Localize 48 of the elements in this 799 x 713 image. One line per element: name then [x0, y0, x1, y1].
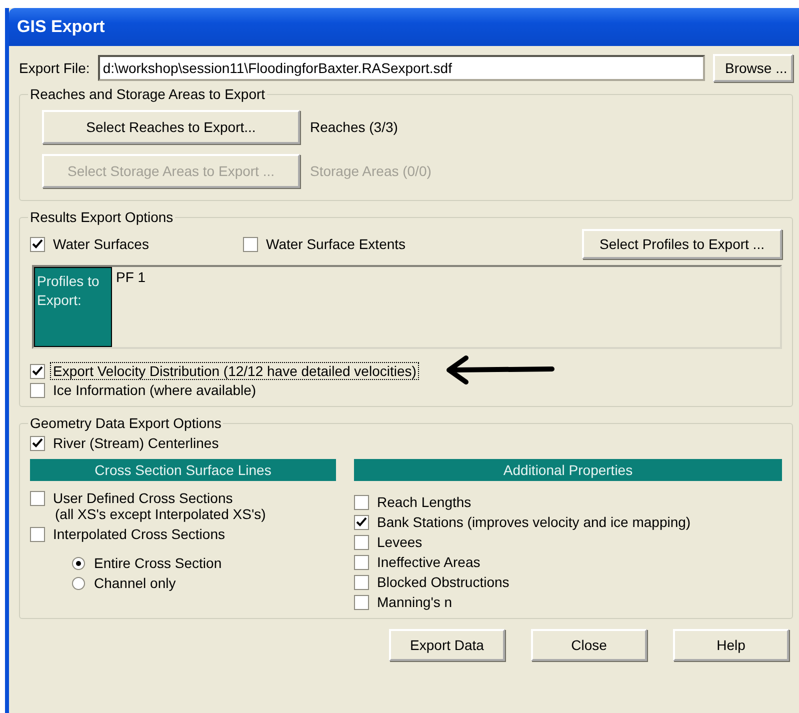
checkbox[interactable] [30, 382, 45, 398]
checkbox[interactable] [354, 514, 369, 530]
checkbox-label: User Defined Cross Sections [52, 490, 234, 506]
export-file-field[interactable]: d:\workshop\session11\FloodingforBaxter.RASexport.sdf [98, 55, 705, 81]
browse-button[interactable]: Browse ... [713, 54, 793, 82]
group-title: Geometry Data Export Options [29, 415, 222, 431]
checkbox-label: Water Surfaces [52, 236, 150, 252]
dialog-button[interactable]: Help [673, 629, 789, 661]
checkbox[interactable] [243, 236, 258, 252]
select-button[interactable]: Select Reaches to Export... [42, 110, 300, 144]
group-title: Results Export Options [29, 209, 174, 225]
field-label: Export File: [19, 60, 90, 76]
radio-button[interactable] [72, 556, 85, 570]
group-title: Reaches and Storage Areas to Export [29, 86, 266, 102]
checkbox[interactable] [354, 554, 369, 570]
checkbox-label: Manning's n [376, 594, 454, 610]
checkbox-label: Interpolated Cross Sections [52, 526, 226, 542]
checkbox-label: Export Velocity Distribution (12/12 have detailed velocities) [51, 363, 418, 379]
checkbox[interactable] [354, 494, 369, 510]
checkbox-label: Bank Stations (improves velocity and ice mapping) [376, 514, 692, 530]
checkbox-label: Reach Lengths [376, 494, 472, 510]
status-text: Storage Areas (0/0) [310, 163, 432, 179]
dialog-button[interactable]: Export Data [389, 629, 505, 661]
checkbox-label: Levees [376, 534, 424, 550]
status-text: Reaches (3/3) [310, 119, 398, 135]
radio-label: Channel only [94, 575, 176, 591]
note-text: (all XS's except Interpolated XS's) [55, 506, 267, 522]
checkbox[interactable] [30, 526, 45, 542]
checkbox-label: River (Stream) Centerlines [52, 435, 220, 451]
checkbox-label: Water Surface Extents [265, 236, 407, 252]
checkbox-label: Ineffective Areas [376, 554, 482, 570]
checkbox[interactable] [354, 534, 369, 550]
checkbox[interactable] [354, 594, 369, 610]
dialog-button[interactable]: Close [531, 629, 647, 661]
checkbox-label: Ice Information (where available) [52, 382, 258, 398]
checkbox[interactable] [30, 490, 45, 506]
section-header: Additional Properties [354, 459, 782, 481]
checkbox[interactable] [30, 436, 45, 450]
radio-button[interactable] [72, 576, 85, 590]
radio-label: Entire Cross Section [94, 555, 222, 571]
checkbox[interactable] [354, 574, 369, 590]
checkbox[interactable] [30, 236, 45, 252]
section-header: Cross Section Surface Lines [30, 459, 336, 481]
select-profiles-button[interactable]: Select Profiles to Export ... [582, 229, 782, 259]
profiles-label: Profiles to Export: [34, 267, 112, 347]
window-title: GIS Export [9, 8, 799, 46]
checkbox[interactable] [30, 364, 45, 378]
checkbox-label: Blocked Obstructions [376, 574, 510, 590]
